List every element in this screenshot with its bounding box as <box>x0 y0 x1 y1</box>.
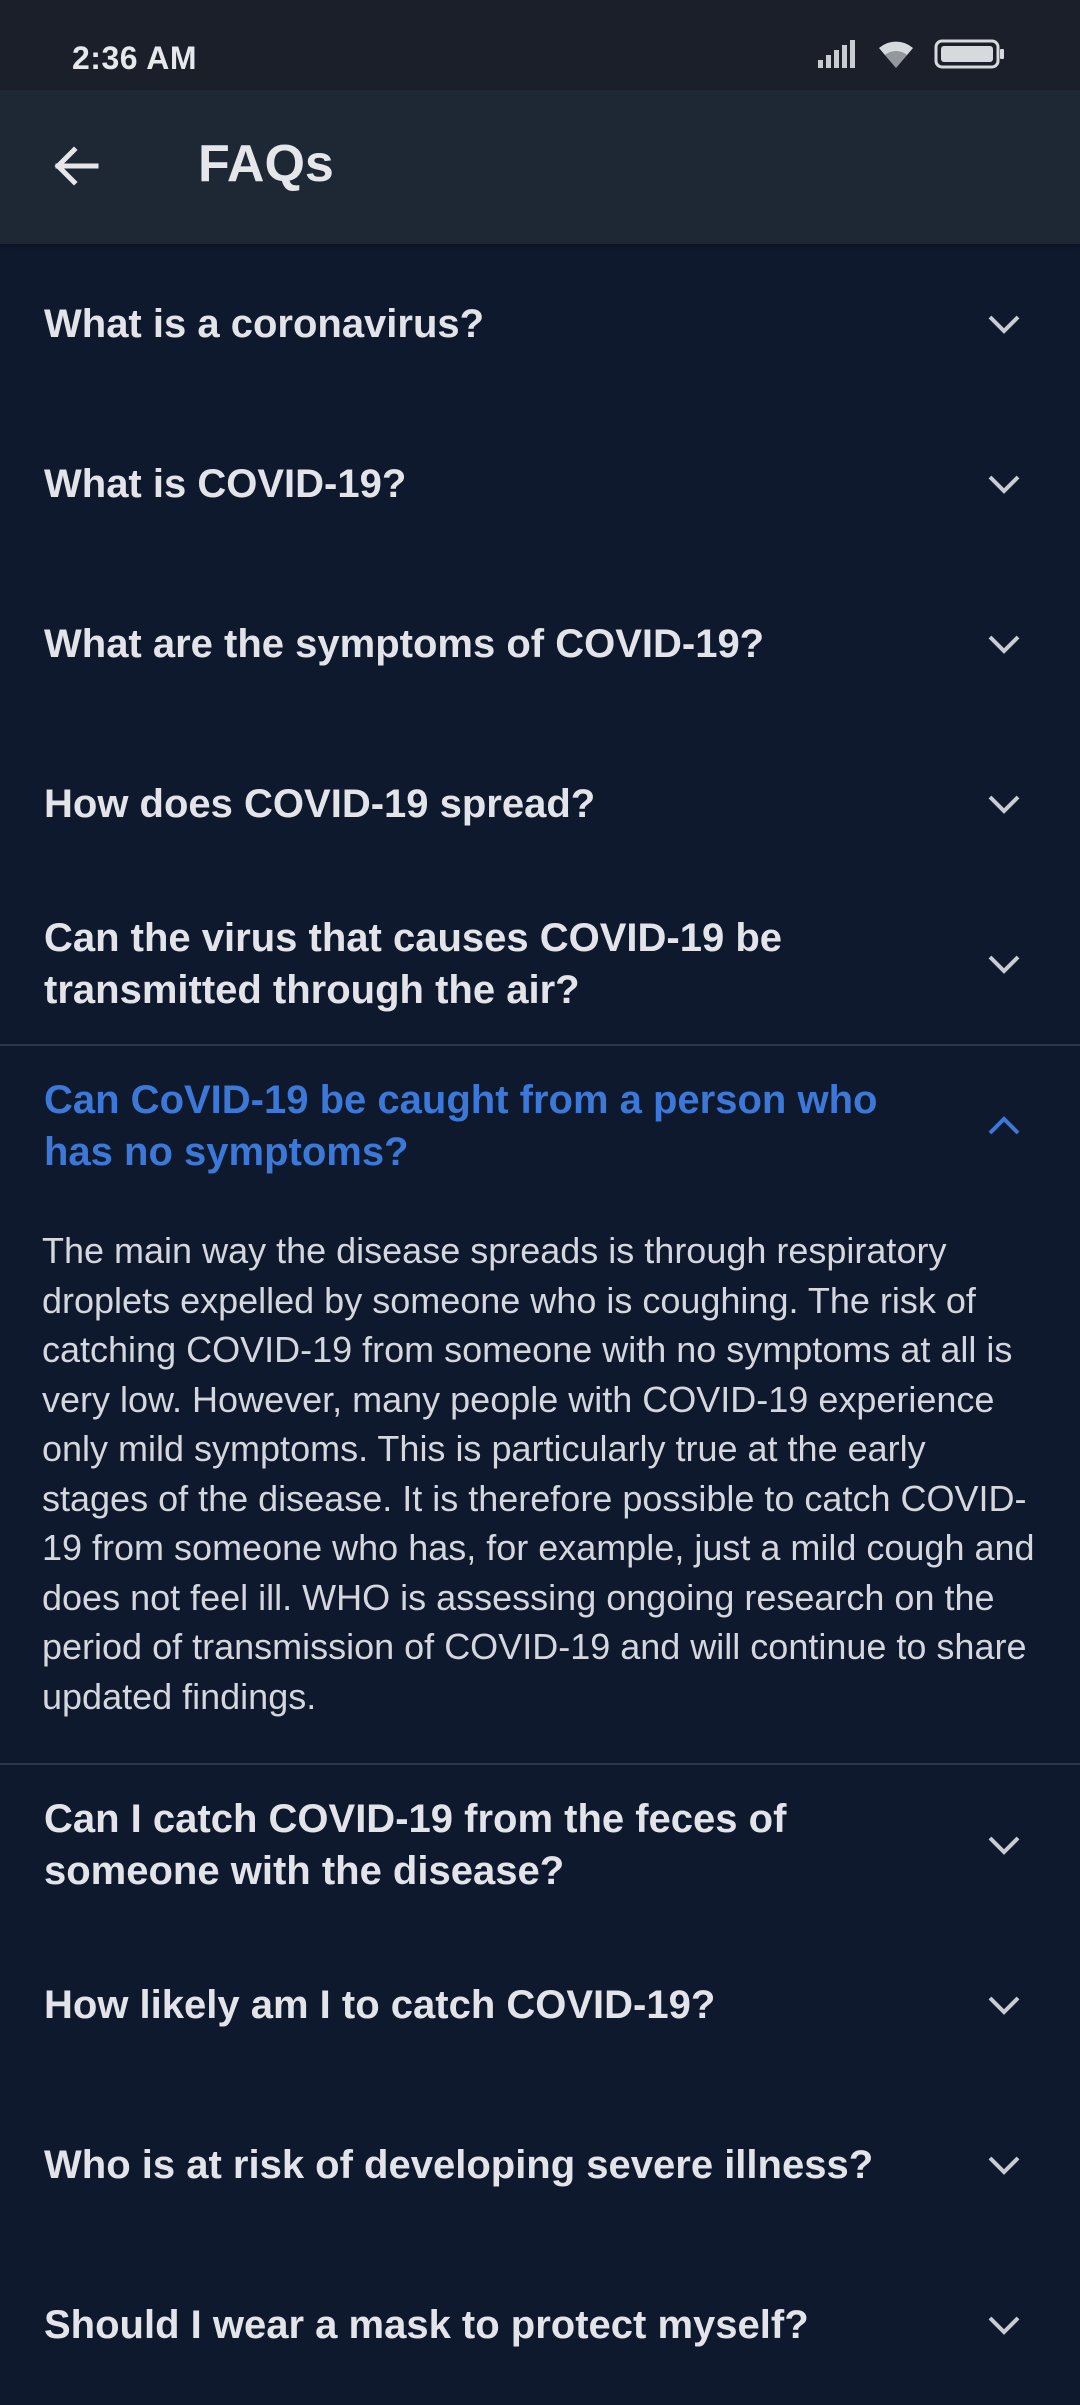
faq-item: What are the symptoms of COVID-19? <box>0 564 1080 724</box>
faq-question: How does COVID-19 spread? <box>44 782 596 826</box>
wifi-icon <box>876 38 916 75</box>
faq-question-header[interactable]: Should I wear a mask to protect myself? <box>0 2245 1080 2405</box>
faq-question-header[interactable]: What is COVID-19? <box>0 404 1080 564</box>
chevron-up-icon <box>984 1106 1024 1146</box>
faq-question-header[interactable]: Can CoVID-19 be caught from a person who… <box>0 1046 1080 1206</box>
faq-question-header[interactable]: Can the virus that causes COVID-19 be tr… <box>0 884 1080 1044</box>
battery-icon <box>934 38 1006 75</box>
chevron-down-icon <box>984 2305 1024 2345</box>
faq-list: What is a coronavirus? What is COVID-19?… <box>0 244 1080 2405</box>
chevron-down-icon <box>984 464 1024 504</box>
faq-item: What is COVID-19? <box>0 404 1080 564</box>
back-button[interactable] <box>40 132 112 204</box>
chevron-down-icon <box>984 1825 1024 1865</box>
chevron-down-icon <box>984 1985 1024 2025</box>
faq-question-header[interactable]: What is a coronavirus? <box>0 244 1080 404</box>
faq-question-header[interactable]: How does COVID-19 spread? <box>0 724 1080 884</box>
faq-question: Should I wear a mask to protect myself? <box>44 2303 809 2347</box>
faq-item-expanded: Can CoVID-19 be caught from a person who… <box>0 1044 1080 1765</box>
faq-item: How likely am I to catch COVID-19? <box>0 1925 1080 2085</box>
status-time: 2:36 AM <box>72 40 198 76</box>
faq-item: How does COVID-19 spread? <box>0 724 1080 884</box>
page-title: FAQs <box>198 135 334 193</box>
faq-question: What is a coronavirus? <box>44 302 485 346</box>
faq-item: Who is at risk of developing severe illn… <box>0 2085 1080 2245</box>
faq-question: Can I catch COVID-19 from the feces of s… <box>44 1797 787 1893</box>
faq-question: How likely am I to catch COVID-19? <box>44 1983 716 2027</box>
signal-icon <box>818 40 858 73</box>
faq-question-header[interactable]: What are the symptoms of COVID-19? <box>0 564 1080 724</box>
faq-question: What is COVID-19? <box>44 462 407 506</box>
faq-question: Can CoVID-19 be caught from a person who… <box>44 1078 878 1174</box>
faq-question: Can the virus that causes COVID-19 be tr… <box>44 916 783 1012</box>
arrow-left-icon <box>50 140 102 197</box>
faq-question-header[interactable]: Can I catch COVID-19 from the feces of s… <box>0 1765 1080 1925</box>
status-icons <box>818 38 1006 75</box>
faq-question: Who is at risk of developing severe illn… <box>44 2143 874 2187</box>
faq-item: Should I wear a mask to protect myself? <box>0 2245 1080 2405</box>
chevron-down-icon <box>984 2145 1024 2185</box>
faq-item: Can the virus that causes COVID-19 be tr… <box>0 884 1080 1044</box>
faq-item: What is a coronavirus? <box>0 244 1080 404</box>
status-bar: 2:36 AM <box>0 0 1080 90</box>
app-bar: FAQs <box>0 90 1080 244</box>
faq-answer: The main way the disease spreads is thro… <box>42 1230 1035 1717</box>
chevron-down-icon <box>984 624 1024 664</box>
chevron-down-icon <box>984 304 1024 344</box>
faq-question-header[interactable]: Who is at risk of developing severe illn… <box>0 2085 1080 2245</box>
chevron-down-icon <box>984 784 1024 824</box>
faq-question: What are the symptoms of COVID-19? <box>44 622 765 666</box>
faq-item: Can I catch COVID-19 from the feces of s… <box>0 1765 1080 1925</box>
faq-question-header[interactable]: How likely am I to catch COVID-19? <box>0 1925 1080 2085</box>
chevron-down-icon <box>984 944 1024 984</box>
